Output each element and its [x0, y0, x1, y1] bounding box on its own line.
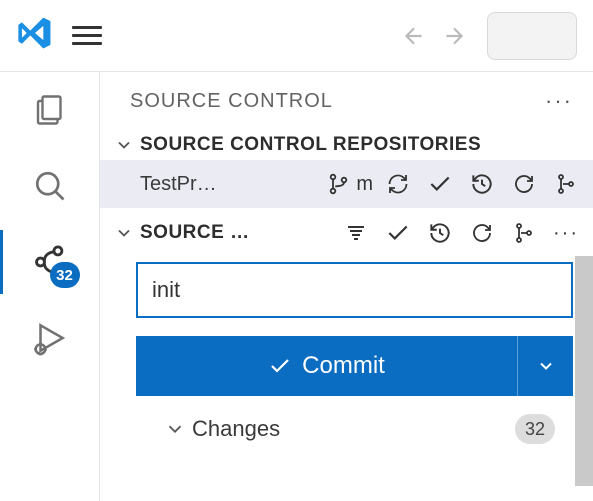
commit-message-input[interactable] — [136, 262, 573, 318]
graph-icon[interactable] — [549, 167, 583, 201]
nav-back-icon[interactable] — [399, 21, 429, 51]
explorer-tab-icon[interactable] — [30, 90, 70, 130]
tree-view-icon[interactable] — [339, 216, 373, 250]
repositories-section-header[interactable]: SOURCE CONTROL REPOSITORIES — [100, 130, 593, 160]
chevron-down-icon — [164, 418, 186, 440]
sync-icon[interactable] — [381, 167, 415, 201]
scm-badge: 32 — [50, 262, 80, 288]
commit-dropdown-button[interactable] — [517, 336, 573, 396]
checkmark-icon[interactable] — [423, 167, 457, 201]
activity-bar: 32 — [0, 72, 100, 501]
chevron-down-icon — [114, 223, 134, 243]
graph-icon[interactable] — [507, 216, 541, 250]
source-control-title: SOURCE … — [140, 222, 250, 244]
changes-section-header[interactable]: Changes 32 — [136, 396, 573, 444]
branch-icon[interactable] — [322, 167, 356, 201]
title-bar — [0, 0, 593, 72]
vscode-logo-icon — [16, 14, 54, 57]
history-icon[interactable] — [423, 216, 457, 250]
repositories-title: SOURCE CONTROL REPOSITORIES — [140, 134, 481, 156]
source-control-panel: SOURCE CONTROL ··· SOURCE CONTROL REPOSI… — [100, 72, 593, 501]
branch-label: m — [356, 173, 373, 196]
changes-count-badge: 32 — [515, 414, 555, 444]
nav-forward-icon[interactable] — [439, 21, 469, 51]
history-icon[interactable] — [465, 167, 499, 201]
source-control-tab-icon[interactable]: 32 — [30, 242, 70, 282]
refresh-icon[interactable] — [465, 216, 499, 250]
vertical-scrollbar[interactable] — [575, 256, 593, 486]
command-center-search[interactable] — [487, 12, 577, 60]
hamburger-menu-icon[interactable] — [72, 21, 102, 51]
changes-label: Changes — [192, 416, 280, 442]
panel-more-icon[interactable]: ··· — [545, 88, 573, 114]
commit-button[interactable]: Commit — [136, 336, 517, 396]
refresh-icon[interactable] — [507, 167, 541, 201]
more-icon[interactable]: ··· — [549, 216, 583, 250]
source-control-section-header[interactable]: SOURCE … ··· — [100, 208, 593, 256]
checkmark-icon[interactable] — [381, 216, 415, 250]
search-tab-icon[interactable] — [30, 166, 70, 206]
panel-title: SOURCE CONTROL — [130, 90, 333, 113]
commit-button-label: Commit — [302, 352, 385, 380]
repository-name: TestPr… — [140, 173, 220, 196]
repository-row[interactable]: TestPr… m — [100, 160, 593, 208]
chevron-down-icon — [114, 135, 134, 155]
run-debug-tab-icon[interactable] — [30, 318, 70, 358]
